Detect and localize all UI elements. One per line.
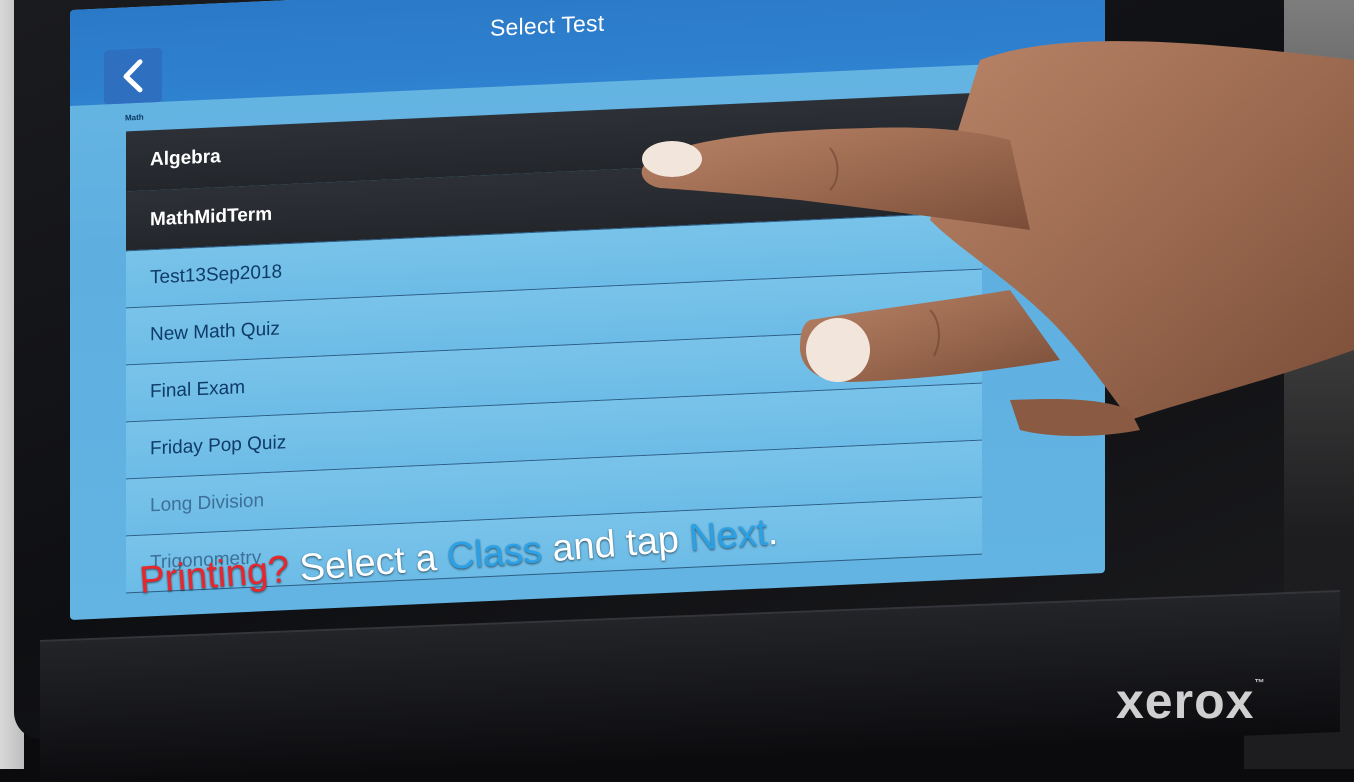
- title-bar: Select Test: [70, 0, 1105, 107]
- list-item-label: Test13Sep2018: [150, 261, 283, 289]
- caption-next: Next: [687, 511, 769, 560]
- list-item-label: Long Division: [150, 490, 265, 517]
- list-item-label: Algebra: [150, 146, 221, 171]
- list-item-label: MathMidTerm: [150, 203, 273, 230]
- back-chevron-icon: [123, 59, 143, 93]
- list-item-label: New Math Quiz: [150, 318, 280, 346]
- logo-text: xerox: [1116, 673, 1255, 729]
- back-button[interactable]: [104, 47, 162, 105]
- trademark-mark: ™: [1254, 678, 1266, 689]
- test-list: Algebra MathMidTerm Test13Sep2018 New Ma…: [126, 92, 982, 594]
- caption-class: Class: [445, 529, 544, 579]
- list-item-label: Final Exam: [150, 377, 246, 403]
- page-title: Select Test: [490, 9, 605, 41]
- list-item-label: Friday Pop Quiz: [150, 432, 287, 460]
- xerox-logo: xerox™: [1116, 672, 1265, 730]
- section-label: Math: [125, 112, 144, 123]
